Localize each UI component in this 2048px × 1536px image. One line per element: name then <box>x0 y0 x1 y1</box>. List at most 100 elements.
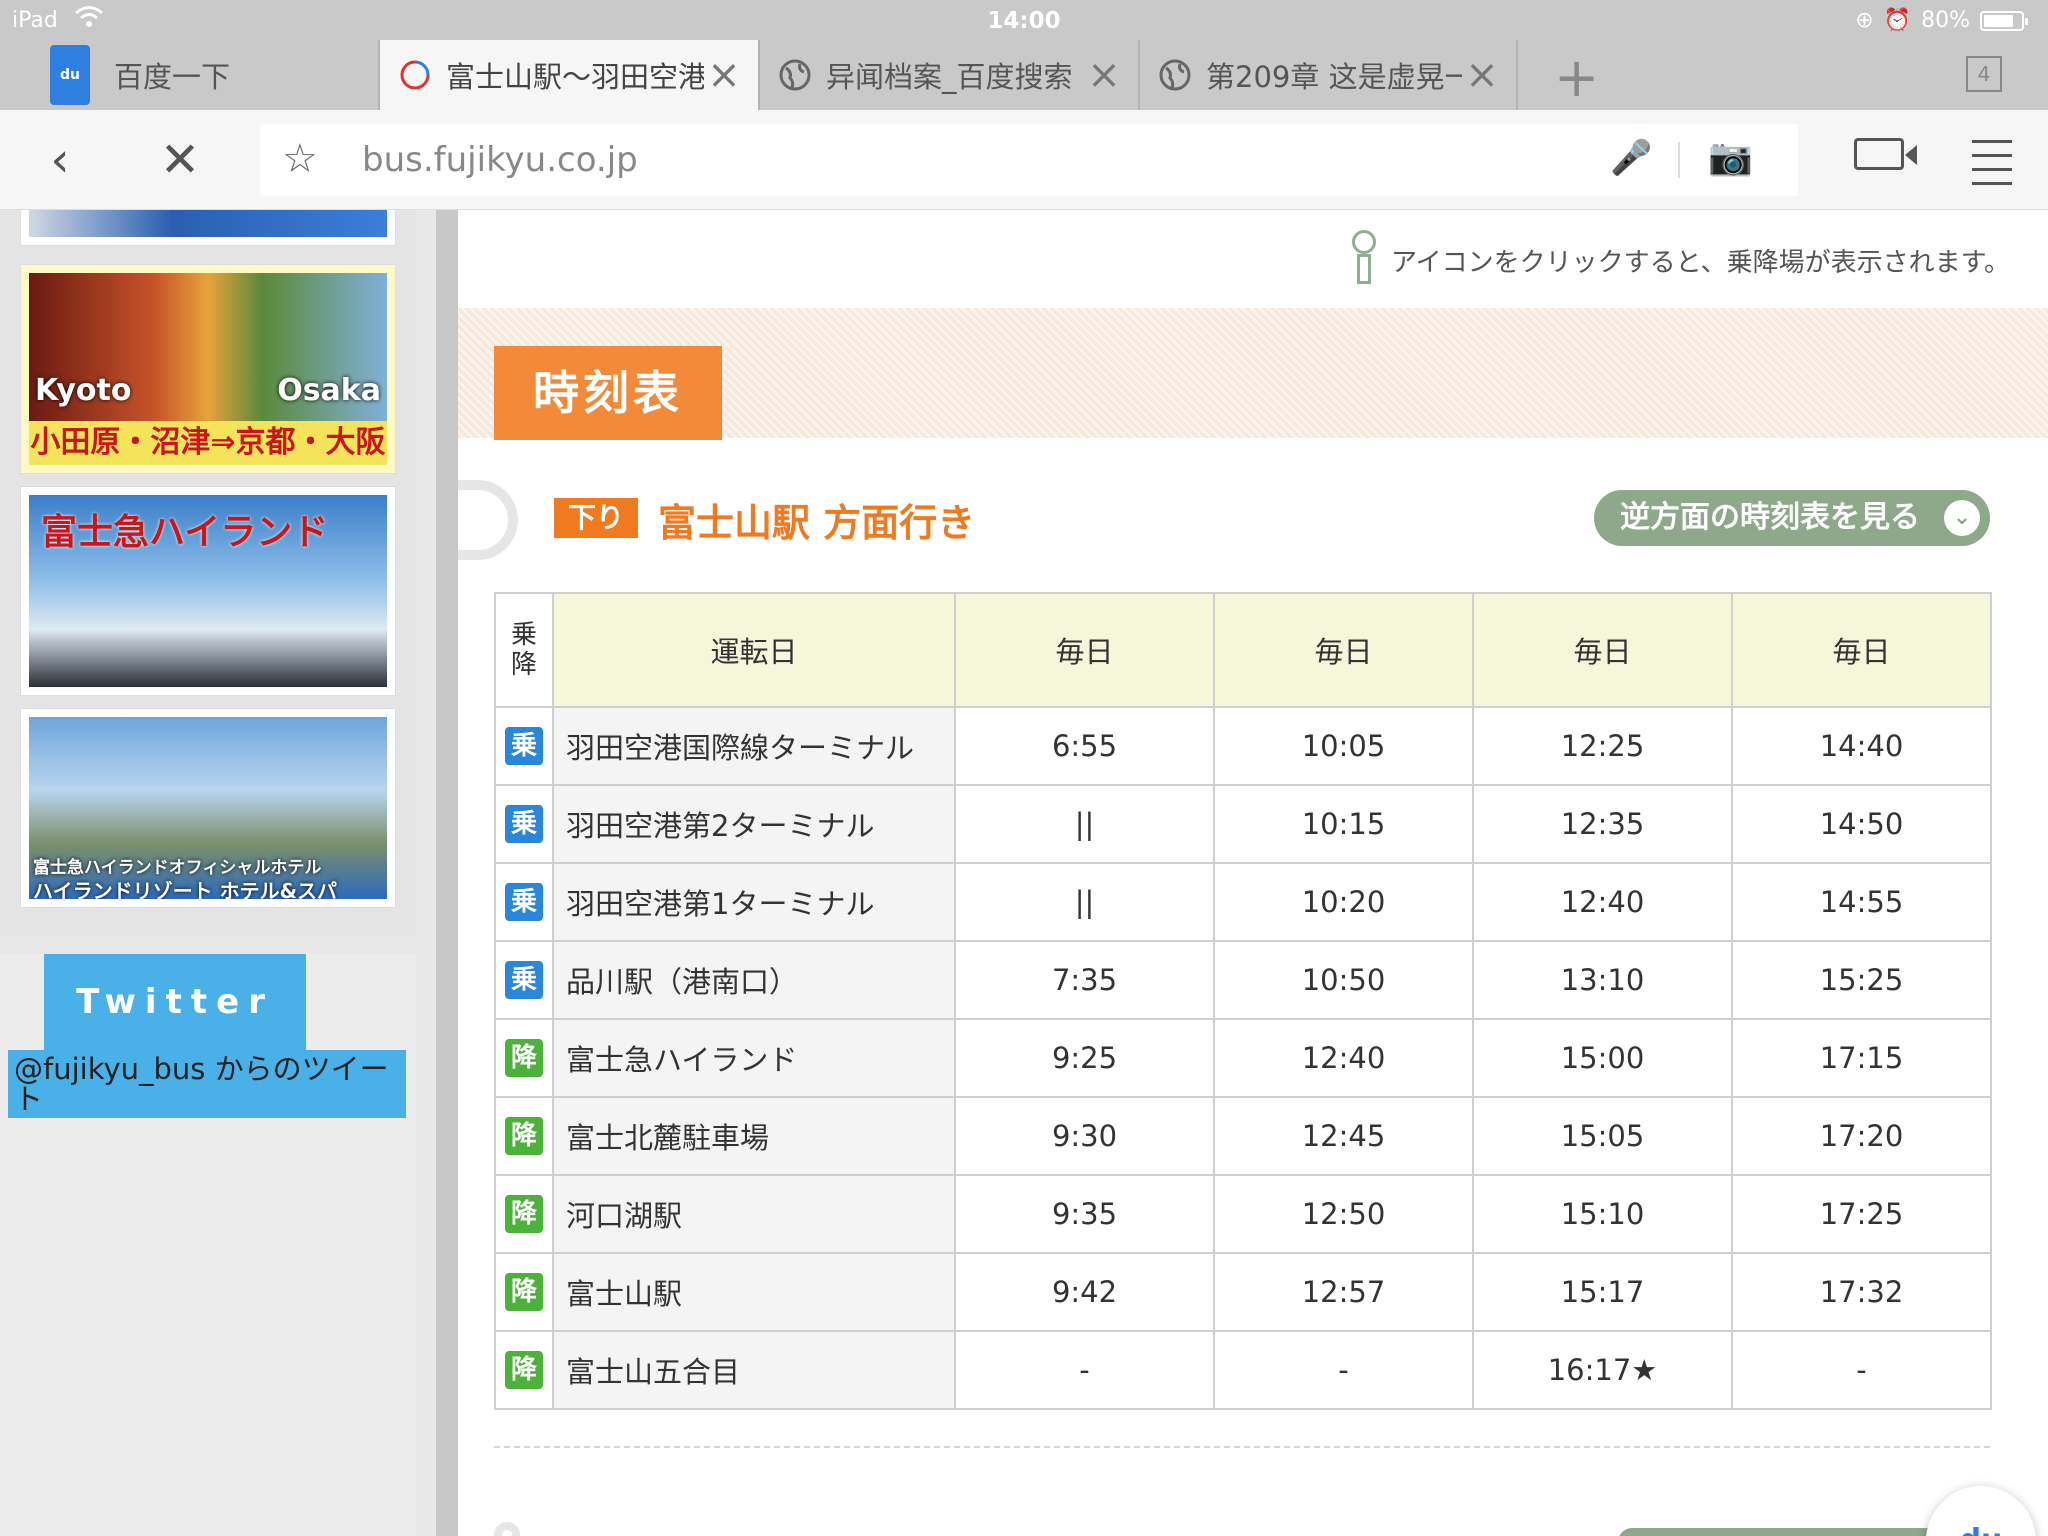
highland-hotel-banner[interactable]: 富士急ハイランドオフィシャルホテル ハイランドリゾート ホテル&スパ <box>20 708 396 908</box>
departure-time: - <box>1731 1330 1992 1410</box>
departure-time: 12:40 <box>1472 862 1733 942</box>
departure-time: 17:25 <box>1731 1174 1992 1254</box>
stop-loading-icon[interactable]: ✕ <box>150 130 210 190</box>
table-row: 降富士北麓駐車場 9:30 12:45 15:05 17:20 <box>494 1096 1992 1176</box>
departure-time: 15:00 <box>1472 1018 1733 1098</box>
header-daily-2: 毎日 <box>1213 592 1474 708</box>
alighting-badge[interactable]: 降 <box>505 1195 543 1233</box>
banner-text-osaka: Osaka <box>277 373 381 408</box>
alighting-badge[interactable]: 降 <box>505 1351 543 1389</box>
alarm-icon: ⏰ <box>1883 8 1912 33</box>
boarding-badge[interactable]: 乗 <box>505 961 543 999</box>
stop-name: 品川駅（港南口） <box>552 940 956 1020</box>
timetable: 乗降 運転日 毎日 毎日 毎日 毎日 乗羽田空港国際線ターミナル 6:55 10:0… <box>494 592 1992 1410</box>
new-tab-icon[interactable]: + <box>1554 46 1599 109</box>
departure-time: 9:30 <box>954 1096 1215 1176</box>
tab-count-button[interactable]: 4 <box>1966 56 2002 92</box>
departure-time: 9:42 <box>954 1252 1215 1332</box>
table-row: 降富士山駅 9:42 12:57 15:17 17:32 <box>494 1252 1992 1332</box>
close-icon[interactable]: × <box>1462 55 1502 95</box>
departure-time: 10:50 <box>1213 940 1474 1020</box>
banner-text-hotel-2: ハイランドリゾート ホテル&スパ <box>33 879 338 899</box>
main-column: アイコンをクリックすると、乗降場が表示されます。 時刻表 下り 富士山駅 方面行… <box>436 210 2048 1536</box>
tab-novel[interactable]: 第209章 这是虚晃一 × <box>1140 40 1518 110</box>
board-alight-cell: 乗 <box>494 784 554 864</box>
camera-icon[interactable]: 📷 <box>1708 136 1753 178</box>
table-row: 乗品川駅（港南口） 7:35 10:50 13:10 15:25 <box>494 940 1992 1020</box>
departure-time: 13:10 <box>1472 940 1733 1020</box>
stop-name: 河口湖駅 <box>552 1174 956 1254</box>
departure-time: || <box>954 784 1215 864</box>
departure-time: 10:15 <box>1213 784 1474 864</box>
board-alight-cell: 乗 <box>494 706 554 786</box>
alighting-badge[interactable]: 降 <box>505 1039 543 1077</box>
highland-banner[interactable]: 富士急ハイランド <box>20 486 396 696</box>
direction-badge: 下り <box>554 498 638 538</box>
banner-text-kyoto: Kyoto <box>35 373 132 408</box>
header-daily-3: 毎日 <box>1472 592 1733 708</box>
departure-time: 12:40 <box>1213 1018 1474 1098</box>
tab-search[interactable]: 异闻档案_百度搜索 × <box>760 40 1140 110</box>
departure-time: 14:50 <box>1731 784 1992 864</box>
close-icon[interactable]: × <box>1084 55 1124 95</box>
section-title: 時刻表 <box>494 346 722 440</box>
departure-time: 15:05 <box>1472 1096 1733 1176</box>
boarding-badge[interactable]: 乗 <box>505 883 543 921</box>
bus-stop-icon <box>1351 230 1377 290</box>
boarding-badge[interactable]: 乗 <box>505 805 543 843</box>
back-icon[interactable]: ‹ <box>30 130 90 190</box>
board-alight-cell: 降 <box>494 1252 554 1332</box>
departure-time: 14:55 <box>1731 862 1992 942</box>
stop-name: 羽田空港第1ターミナル <box>552 862 956 942</box>
url-text[interactable]: bus.fujikyu.co.jp <box>362 140 638 180</box>
reverse-direction-button[interactable]: 逆方面の時刻表を見る ⌄ <box>1594 490 1990 546</box>
stop-name: 富士山五合目 <box>552 1330 956 1410</box>
loading-spinner-icon <box>400 60 430 90</box>
twitter-button[interactable]: Twitter <box>44 954 306 1050</box>
table-row: 乗羽田空港国際線ターミナル 6:55 10:05 12:25 14:40 <box>494 706 1992 786</box>
rotation-lock-icon: ⊕ <box>1855 8 1874 33</box>
status-right: ⊕ ⏰ 80% <box>1855 8 2028 33</box>
departure-time: 17:20 <box>1731 1096 1992 1176</box>
chevron-down-icon: ⌄ <box>1944 500 1980 536</box>
bus-banner[interactable] <box>20 210 396 246</box>
twitter-section: Twitter @fujikyu_bus からのツイート <box>0 954 416 1536</box>
microphone-icon[interactable]: 🎤 <box>1610 138 1652 178</box>
battery-icon <box>1980 10 2028 31</box>
header-operating-day: 運転日 <box>552 592 956 708</box>
departure-time: 12:45 <box>1213 1096 1474 1176</box>
web-page: Kyoto Osaka 小田原・沼津⇒京都・大阪 富士急ハイランド 富士急ハイラ… <box>0 210 2048 1536</box>
alighting-badge[interactable]: 降 <box>505 1117 543 1155</box>
battery-fill <box>1984 14 2013 27</box>
tab-baidu[interactable]: du 百度一下 <box>0 40 380 110</box>
video-camera-icon[interactable] <box>1854 138 1917 170</box>
departure-time: 7:35 <box>954 940 1215 1020</box>
twitter-timeline-link[interactable]: @fujikyu_bus からのツイート <box>8 1050 406 1118</box>
alighting-badge[interactable]: 降 <box>505 1273 543 1311</box>
timetable-header-row: 乗降 運転日 毎日 毎日 毎日 毎日 <box>494 592 1992 708</box>
baidu-paw-icon: du <box>50 45 90 105</box>
tab-fujikyu[interactable]: 富士山駅～羽田空港 × <box>380 40 760 110</box>
tab-title: 富士山駅～羽田空港 <box>446 60 704 94</box>
table-row: 乗羽田空港第2ターミナル || 10:15 12:35 14:50 <box>494 784 1992 864</box>
timetable-body: 乗羽田空港国際線ターミナル 6:55 10:05 12:25 14:40 乗羽田空港第2タ… <box>494 706 1992 1410</box>
departure-time: || <box>954 862 1215 942</box>
stop-name: 富士北麓駐車場 <box>552 1096 956 1176</box>
close-icon[interactable]: × <box>704 55 744 95</box>
battery-percent: 80% <box>1921 8 1970 33</box>
boarding-badge[interactable]: 乗 <box>505 727 543 765</box>
header-daily-1: 毎日 <box>954 592 1215 708</box>
departure-time: 16:17★ <box>1472 1330 1733 1410</box>
address-bar: ‹ ✕ ☆ bus.fujikyu.co.jp 🎤 📷 <box>0 110 2048 210</box>
menu-icon[interactable] <box>1972 140 2012 196</box>
banner-text-highland: 富士急ハイランド <box>41 512 329 553</box>
reverse-direction-label: 逆方面の時刻表を見る <box>1620 500 1920 535</box>
departure-time: 10:05 <box>1213 706 1474 786</box>
tab-bar: du 百度一下 富士山駅～羽田空港 × 异闻档案_百度搜索 × 第209章 这是… <box>0 40 2048 110</box>
bookmark-star-icon[interactable]: ☆ <box>282 136 318 182</box>
kyoto-osaka-banner[interactable]: Kyoto Osaka 小田原・沼津⇒京都・大阪 <box>20 264 396 474</box>
url-field[interactable]: ☆ bus.fujikyu.co.jp 🎤 📷 <box>260 124 1798 196</box>
direction-title: 富士山駅 方面行き <box>658 501 976 545</box>
board-alight-cell: 降 <box>494 1018 554 1098</box>
departure-time: 15:10 <box>1472 1174 1733 1254</box>
